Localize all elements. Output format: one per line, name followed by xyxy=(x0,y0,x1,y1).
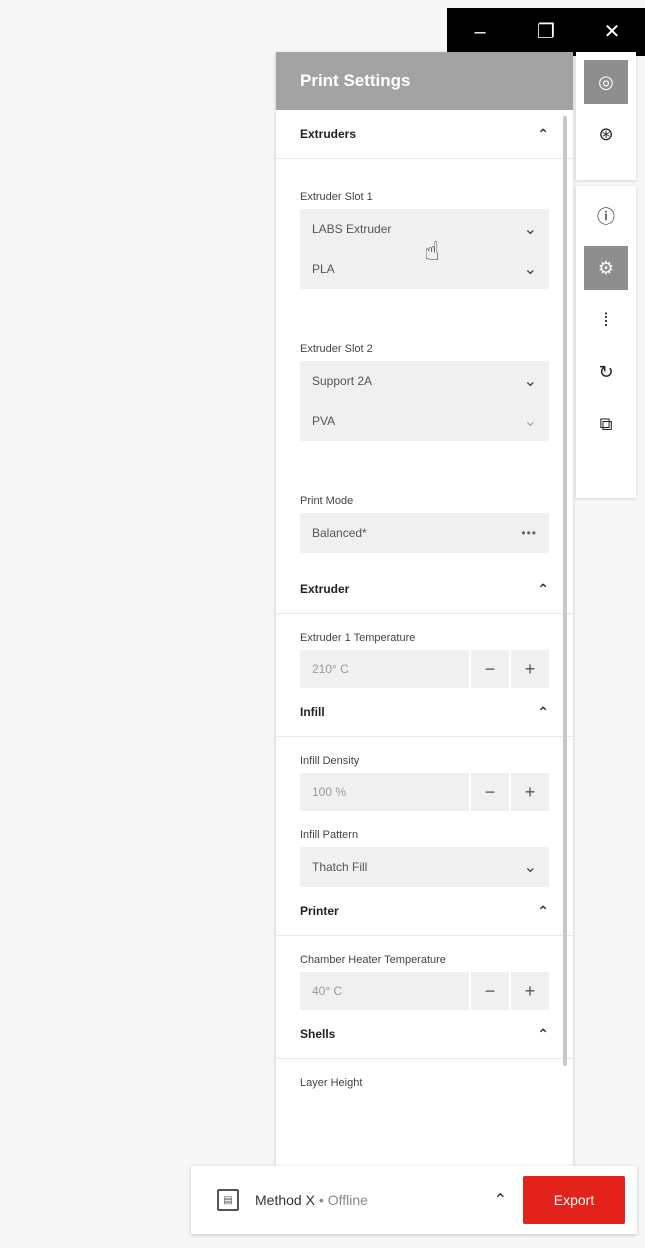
section-extruder-header[interactable]: Extruder ⌃ xyxy=(276,565,573,614)
decrement-button[interactable]: − xyxy=(471,972,509,1010)
info-icon[interactable]: ⓘ xyxy=(584,194,628,238)
select-value: LABS Extruder xyxy=(312,222,392,236)
chamber-temp-label: Chamber Heater Temperature xyxy=(300,954,446,966)
infill-density-label: Infill Density xyxy=(300,755,360,767)
decrement-button[interactable]: − xyxy=(471,773,509,811)
slot2-group: Support 2A ⌄ PVA ⌄ xyxy=(300,361,549,441)
panel-scrollbar[interactable] xyxy=(563,116,567,1066)
infill-density-input[interactable]: 100 % xyxy=(300,773,469,811)
infill-pattern-select[interactable]: Thatch Fill ⌄ xyxy=(300,847,549,887)
section-title: Shells xyxy=(300,1027,336,1041)
panel-title: Print Settings xyxy=(276,52,573,110)
select-value: Thatch Fill xyxy=(312,860,368,874)
print-mode-label: Print Mode xyxy=(300,495,354,507)
slot2-material-select[interactable]: PVA ⌄ xyxy=(300,401,549,441)
increment-button[interactable]: + xyxy=(511,773,549,811)
chevron-up-icon[interactable]: ⌃ xyxy=(537,126,549,143)
chevron-down-icon: ⌄ xyxy=(523,221,537,238)
printer-status: • Offline xyxy=(318,1192,368,1208)
supports-icon[interactable]: ⁞ xyxy=(584,298,628,342)
chamber-temp-input[interactable]: 40° C xyxy=(300,972,469,1010)
chevron-down-icon: ⌄ xyxy=(523,373,537,390)
section-extruder-body: Extruder 1 Temperature 210° C − + xyxy=(276,632,573,688)
chevron-up-icon[interactable]: ⌃ xyxy=(537,1026,549,1043)
chevron-up-icon[interactable]: ⌃ xyxy=(494,1190,507,1210)
settings-icon[interactable]: ⚙ xyxy=(584,246,628,290)
slot2-label: Extruder Slot 2 xyxy=(300,343,373,355)
section-infill-header[interactable]: Infill ⌃ xyxy=(276,688,573,737)
section-title: Printer xyxy=(300,904,339,918)
chevron-up-icon[interactable]: ⌃ xyxy=(537,704,549,721)
chevron-up-icon[interactable]: ⌃ xyxy=(537,581,549,598)
section-printer-header[interactable]: Printer ⌃ xyxy=(276,887,573,936)
select-value: PLA xyxy=(312,262,335,276)
print-mode-select[interactable]: Balanced* ••• xyxy=(300,513,549,553)
infill-pattern-label: Infill Pattern xyxy=(300,829,359,841)
close-button[interactable]: ✕ xyxy=(592,8,632,56)
section-title: Extruder xyxy=(300,582,350,596)
extruder-temp-input[interactable]: 210° C xyxy=(300,650,469,688)
export-button[interactable]: Export xyxy=(523,1176,625,1224)
more-options-icon[interactable]: ••• xyxy=(521,526,537,540)
globe-icon[interactable]: ◎ xyxy=(584,60,628,104)
rotate-icon[interactable]: ↻ xyxy=(584,350,628,394)
printer-name[interactable]: Method X xyxy=(255,1192,315,1208)
extruder-temp-label: Extruder 1 Temperature xyxy=(300,632,416,644)
chevron-up-icon[interactable]: ⌃ xyxy=(537,903,549,920)
section-extruders-header[interactable]: Extruders ⌃ xyxy=(276,110,573,159)
infill-density-stepper: 100 % − + xyxy=(300,773,549,811)
section-title: Infill xyxy=(300,705,325,719)
section-infill-body: Infill Density 100 % − + Infill Pattern … xyxy=(276,755,573,887)
scale-icon[interactable]: ⧉ xyxy=(584,402,628,446)
section-printer-body: Chamber Heater Temperature 40° C − + xyxy=(276,954,573,1010)
chamber-temp-stepper: 40° C − + xyxy=(300,972,549,1010)
printer-icon: ▤ xyxy=(217,1189,239,1211)
window-controls: – ❐ ✕ xyxy=(447,8,645,56)
print-mode-value: Balanced* xyxy=(312,526,367,540)
section-shells-body: Layer Height xyxy=(276,1077,573,1089)
hand-cursor-icon: ☝ xyxy=(424,236,440,266)
restore-button[interactable]: ❐ xyxy=(526,8,566,56)
layer-height-label: Layer Height xyxy=(300,1077,363,1089)
settings-toolbar: ⓘ ⚙ ⁞ ↻ ⧉ xyxy=(576,186,636,498)
minimize-button[interactable]: – xyxy=(460,8,500,56)
chevron-down-icon: ⌄ xyxy=(523,859,537,876)
section-title: Extruders xyxy=(300,127,357,141)
view-toolbar: ◎ ⊛ xyxy=(576,52,636,180)
printer-bar: ▤ Method X • Offline ⌃ Export xyxy=(191,1166,637,1234)
select-value: Support 2A xyxy=(312,374,373,388)
section-shells-header[interactable]: Shells ⌃ xyxy=(276,1010,573,1059)
chevron-down-icon: ⌄ xyxy=(523,413,537,430)
decrement-button[interactable]: − xyxy=(471,650,509,688)
increment-button[interactable]: + xyxy=(511,972,549,1010)
increment-button[interactable]: + xyxy=(511,650,549,688)
select-value: PVA xyxy=(312,414,336,428)
chevron-down-icon: ⌄ xyxy=(523,261,537,278)
print-settings-panel: Print Settings Extruders ⌃ Extruder Slot… xyxy=(276,52,573,1172)
slot2-extruder-select[interactable]: Support 2A ⌄ xyxy=(300,361,549,401)
slot1-label: Extruder Slot 1 xyxy=(300,191,373,203)
extruder-temp-stepper: 210° C − + xyxy=(300,650,549,688)
materials-icon[interactable]: ⊛ xyxy=(584,112,628,156)
